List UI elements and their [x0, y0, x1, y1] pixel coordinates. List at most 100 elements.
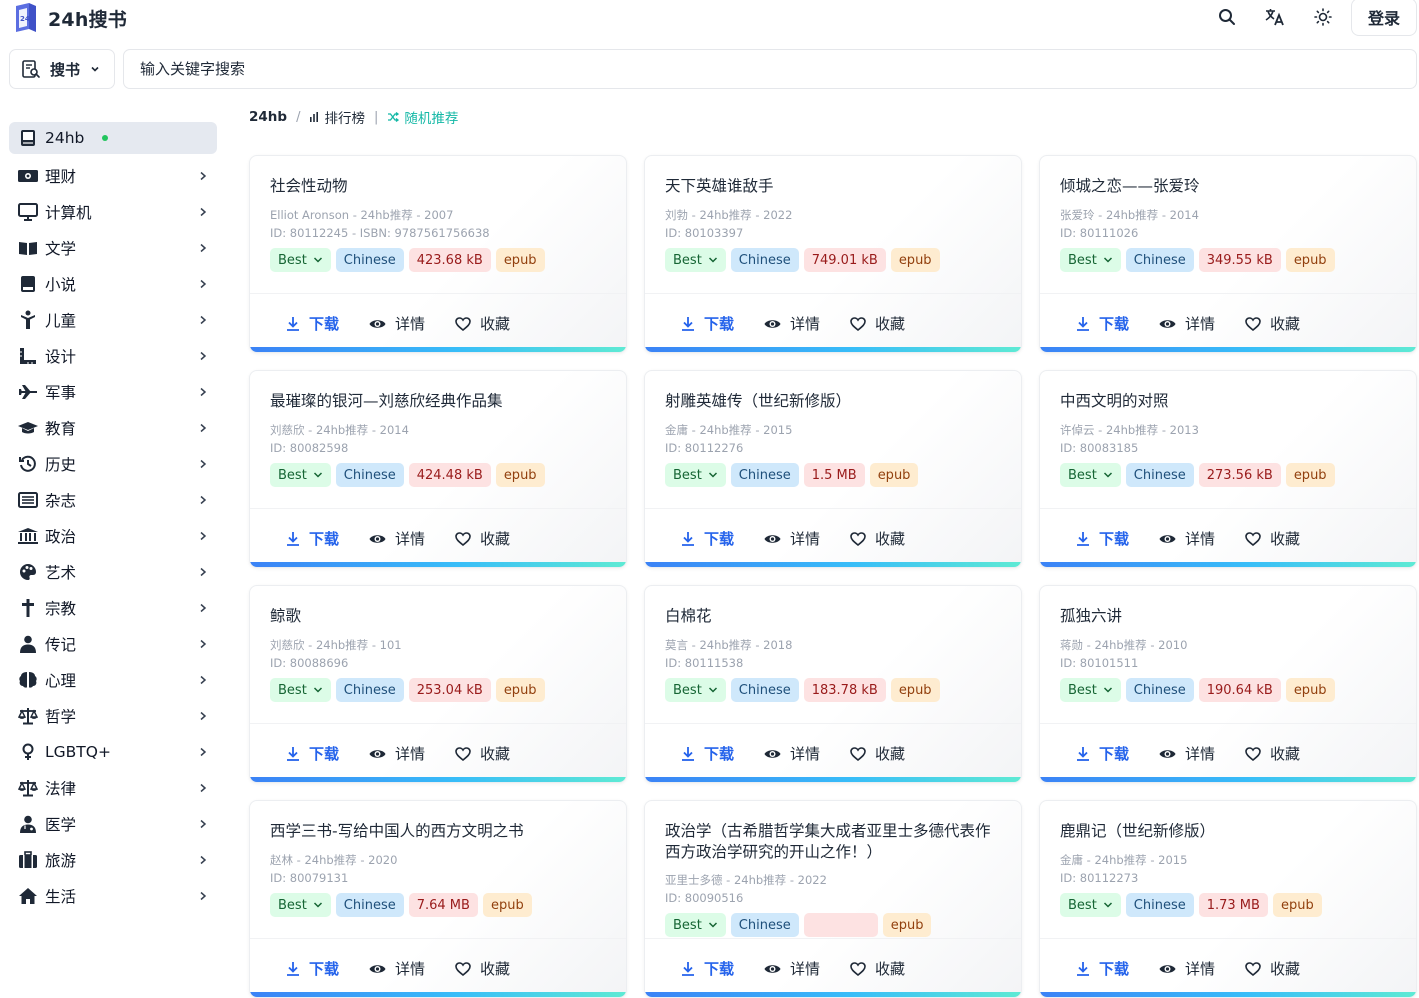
book-title[interactable]: 中西文明的对照	[1060, 391, 1405, 412]
book-card[interactable]: 天下英雄谁敌手 刘勃 - 24hb推荐 - 2022 ID: 80103397 …	[644, 155, 1022, 353]
book-card[interactable]: 西学三书-写给中国人的西方文明之书 赵林 - 24hb推荐 - 2020 ID:…	[249, 800, 627, 998]
book-title[interactable]: 西学三书-写给中国人的西方文明之书	[270, 821, 615, 842]
favorite-button[interactable]: 收藏	[1245, 528, 1300, 549]
favorite-button[interactable]: 收藏	[850, 528, 905, 549]
login-button[interactable]: 登录	[1351, 0, 1417, 36]
download-button[interactable]: 下载	[681, 958, 734, 979]
breadcrumb-ranking[interactable]: 排行榜	[309, 107, 365, 127]
download-button[interactable]: 下载	[286, 743, 339, 764]
sidebar-item-literature[interactable]: 文学	[9, 230, 217, 266]
download-button[interactable]: 下载	[681, 528, 734, 549]
sidebar-item-children[interactable]: 儿童	[9, 302, 217, 338]
favorite-button[interactable]: 收藏	[455, 743, 510, 764]
breadcrumb-root[interactable]: 24hb	[249, 109, 287, 125]
book-card[interactable]: 社会性动物 Elliot Aronson - 24hb推荐 - 2007 ID:…	[249, 155, 627, 353]
best-badge[interactable]: Best	[1060, 463, 1121, 487]
sidebar-item-military[interactable]: 军事	[9, 374, 217, 410]
book-title[interactable]: 政治学（古希腊哲学集大成者亚里士多德代表作 西方政治学研究的开山之作！）	[665, 821, 1010, 863]
download-button[interactable]: 下载	[1076, 528, 1129, 549]
book-title[interactable]: 鲸歌	[270, 606, 615, 627]
sidebar-item-religion[interactable]: 宗教	[9, 590, 217, 626]
details-button[interactable]: 详情	[1159, 313, 1215, 334]
book-card[interactable]: 最璀璨的银河—刘慈欣经典作品集 刘慈欣 - 24hb推荐 - 2014 ID: …	[249, 370, 627, 568]
theme-sun-icon[interactable]	[1312, 6, 1334, 28]
breadcrumb-random[interactable]: 随机推荐	[387, 107, 458, 127]
book-title[interactable]: 孤独六讲	[1060, 606, 1405, 627]
details-button[interactable]: 详情	[764, 528, 820, 549]
sidebar-item-art[interactable]: 艺术	[9, 554, 217, 590]
download-button[interactable]: 下载	[681, 313, 734, 334]
book-title[interactable]: 射雕英雄传（世纪新修版）	[665, 391, 1010, 412]
favorite-button[interactable]: 收藏	[850, 743, 905, 764]
book-card[interactable]: 鹿鼎记（世纪新修版） 金庸 - 24hb推荐 - 2015 ID: 801122…	[1039, 800, 1417, 998]
book-card[interactable]: 鲸歌 刘慈欣 - 24hb推荐 - 101 ID: 80088696 Best …	[249, 585, 627, 783]
favorite-button[interactable]: 收藏	[455, 528, 510, 549]
translate-icon[interactable]	[1264, 6, 1286, 28]
sidebar-item-politics[interactable]: 政治	[9, 518, 217, 554]
best-badge[interactable]: Best	[665, 463, 726, 487]
book-title[interactable]: 倾城之恋——张爱玲	[1060, 176, 1405, 197]
sidebar-item-lgbtq[interactable]: LGBTQ+	[9, 734, 217, 770]
best-badge[interactable]: Best	[1060, 678, 1121, 702]
sidebar-item-biography[interactable]: 传记	[9, 626, 217, 662]
logo[interactable]: 24 24h搜书	[10, 2, 127, 34]
sidebar-item-magazine[interactable]: 杂志	[9, 482, 217, 518]
best-badge[interactable]: Best	[270, 463, 331, 487]
sidebar-item-law[interactable]: 法律	[9, 770, 217, 806]
favorite-button[interactable]: 收藏	[850, 313, 905, 334]
book-card[interactable]: 倾城之恋——张爱玲 张爱玲 - 24hb推荐 - 2014 ID: 801110…	[1039, 155, 1417, 353]
best-badge[interactable]: Best	[1060, 893, 1121, 917]
best-badge[interactable]: Best	[270, 248, 331, 272]
download-button[interactable]: 下载	[286, 958, 339, 979]
best-badge[interactable]: Best	[1060, 248, 1121, 272]
details-button[interactable]: 详情	[369, 743, 425, 764]
sidebar-item-life[interactable]: 生活	[9, 878, 217, 914]
favorite-button[interactable]: 收藏	[455, 313, 510, 334]
details-button[interactable]: 详情	[369, 313, 425, 334]
details-button[interactable]: 详情	[1159, 958, 1215, 979]
book-card[interactable]: 白棉花 莫言 - 24hb推荐 - 2018 ID: 80111538 Best…	[644, 585, 1022, 783]
book-card[interactable]: 政治学（古希腊哲学集大成者亚里士多德代表作 西方政治学研究的开山之作！） 亚里士…	[644, 800, 1022, 998]
favorite-button[interactable]: 收藏	[850, 958, 905, 979]
details-button[interactable]: 详情	[764, 958, 820, 979]
details-button[interactable]: 详情	[1159, 528, 1215, 549]
sidebar-item-novel[interactable]: 小说	[9, 266, 217, 302]
details-button[interactable]: 详情	[764, 313, 820, 334]
sidebar-item-design[interactable]: 设计	[9, 338, 217, 374]
download-button[interactable]: 下载	[1076, 743, 1129, 764]
book-card[interactable]: 射雕英雄传（世纪新修版） 金庸 - 24hb推荐 - 2015 ID: 8011…	[644, 370, 1022, 568]
search-scope-dropdown[interactable]: 搜书	[9, 49, 115, 89]
best-badge[interactable]: Best	[270, 678, 331, 702]
search-icon[interactable]	[1216, 6, 1238, 28]
download-button[interactable]: 下载	[286, 313, 339, 334]
details-button[interactable]: 详情	[369, 958, 425, 979]
best-badge[interactable]: Best	[270, 893, 331, 917]
favorite-button[interactable]: 收藏	[1245, 743, 1300, 764]
favorite-button[interactable]: 收藏	[1245, 313, 1300, 334]
download-button[interactable]: 下载	[681, 743, 734, 764]
sidebar-item-psychology[interactable]: 心理	[9, 662, 217, 698]
download-button[interactable]: 下载	[1076, 958, 1129, 979]
favorite-button[interactable]: 收藏	[1245, 958, 1300, 979]
book-card[interactable]: 孤独六讲 蒋勋 - 24hb推荐 - 2010 ID: 80101511 Bes…	[1039, 585, 1417, 783]
sidebar-item-education[interactable]: 教育	[9, 410, 217, 446]
sidebar-item-medicine[interactable]: 医学	[9, 806, 217, 842]
book-card[interactable]: 中西文明的对照 许倬云 - 24hb推荐 - 2013 ID: 80083185…	[1039, 370, 1417, 568]
download-button[interactable]: 下载	[286, 528, 339, 549]
sidebar-item-finance[interactable]: 理财	[9, 158, 217, 194]
book-title[interactable]: 鹿鼎记（世纪新修版）	[1060, 821, 1405, 842]
best-badge[interactable]: Best	[665, 678, 726, 702]
details-button[interactable]: 详情	[1159, 743, 1215, 764]
details-button[interactable]: 详情	[764, 743, 820, 764]
book-title[interactable]: 最璀璨的银河—刘慈欣经典作品集	[270, 391, 615, 412]
sidebar-item-24hb[interactable]: 24hb	[9, 122, 217, 154]
search-input[interactable]	[140, 60, 1416, 78]
book-title[interactable]: 社会性动物	[270, 176, 615, 197]
sidebar-item-travel[interactable]: 旅游	[9, 842, 217, 878]
best-badge[interactable]: Best	[665, 248, 726, 272]
sidebar-item-philosophy[interactable]: 哲学	[9, 698, 217, 734]
sidebar-item-history[interactable]: 历史	[9, 446, 217, 482]
book-title[interactable]: 白棉花	[665, 606, 1010, 627]
download-button[interactable]: 下载	[1076, 313, 1129, 334]
sidebar-item-computer[interactable]: 计算机	[9, 194, 217, 230]
